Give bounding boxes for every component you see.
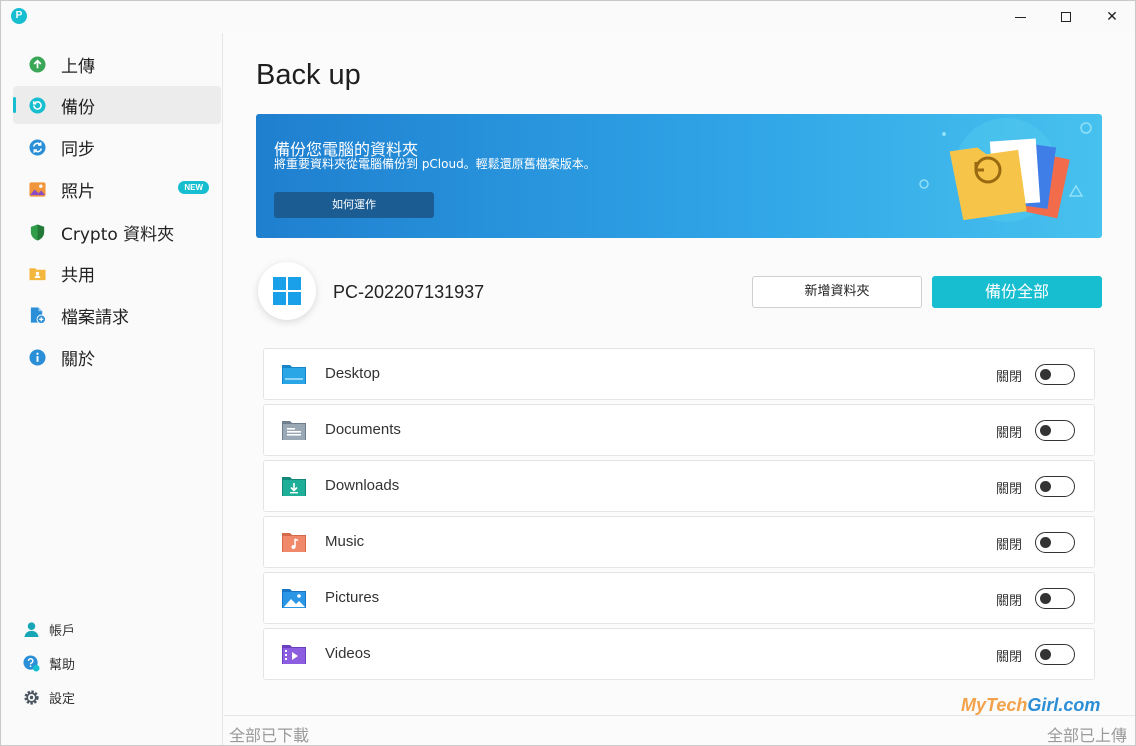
toggle-knob [1040,424,1051,436]
photos-icon [29,181,46,197]
sidebar-item-file-request[interactable]: 檔案請求 [13,296,221,334]
title-bar: P ✕ [1,1,1135,33]
app-window: P ✕ 上傳 備份 同步 照片 NEW Crypto 資料夾 共用 檔案請求 關… [0,0,1136,746]
backup-all-button[interactable]: 備份全部 [932,276,1102,308]
crypto-shield-icon [30,223,45,241]
computer-avatar [258,262,316,320]
music-folder-icon [282,533,306,552]
toggle-knob [1040,648,1051,660]
minimize-icon [1014,16,1026,18]
desktop-folder-icon [282,365,306,384]
info-icon [29,348,46,366]
folder-row-desktop: Desktop 關閉 [263,348,1095,400]
watermark-part-b: Girl.com [1027,695,1101,715]
backup-promo-banner: 備份您電腦的資料夾 將重要資料夾從電腦備份到 pCloud。輕鬆還原舊檔案版本。… [256,114,1102,238]
documents-backup-toggle[interactable] [1035,420,1075,441]
toggle-status: 關閉 [996,426,1023,441]
download-status: 全部已下載 [229,726,310,745]
upload-status: 全部已上傳 [1046,726,1127,745]
sidebar-item-label: 同步 [61,139,95,160]
desktop-backup-toggle[interactable] [1035,364,1075,385]
folder-row-music: Music 關閉 [263,516,1095,568]
main-panel: Back up 備份您電腦的資料夾 將重要資料夾從電腦備份到 pCloud。輕鬆… [224,33,1135,715]
sidebar-item-about[interactable]: 關於 [13,338,221,376]
banner-subtitle: 將重要資料夾從電腦備份到 pCloud。輕鬆還原舊檔案版本。 [274,157,596,171]
sidebar-item-label: 關於 [61,349,95,370]
upload-icon [29,55,46,73]
sidebar-item-label: 上傳 [61,56,95,77]
account-icon [24,621,39,637]
windows-logo-icon [273,277,301,305]
maximize-button[interactable] [1043,1,1089,33]
add-folder-button[interactable]: 新增資料夾 [752,276,922,308]
help-label: 幫助 [49,657,76,673]
sidebar: 上傳 備份 同步 照片 NEW Crypto 資料夾 共用 檔案請求 關於 帳戶… [1,33,223,745]
toggle-knob [1040,592,1051,604]
maximize-icon [1061,12,1071,22]
account-label: 帳戶 [49,623,76,639]
sidebar-item-label: 共用 [61,265,95,286]
folder-row-pictures: Pictures 關閉 [263,572,1095,624]
close-button[interactable]: ✕ [1089,1,1135,33]
sidebar-item-shared[interactable]: 共用 [13,254,221,292]
sidebar-item-label: Crypto 資料夾 [61,224,175,245]
minimize-button[interactable] [997,1,1043,33]
backup-icon [29,96,46,114]
file-request-icon [30,306,46,324]
toggle-knob [1040,536,1051,548]
videos-backup-toggle[interactable] [1035,644,1075,665]
page-title: Back up [256,59,361,91]
sidebar-item-sync[interactable]: 同步 [13,128,221,166]
folder-name: Pictures [325,589,380,606]
folder-row-documents: Documents 關閉 [263,404,1095,456]
new-badge: NEW [178,181,209,194]
settings-label: 設定 [49,691,76,707]
toggle-status: 關閉 [996,538,1023,553]
music-backup-toggle[interactable] [1035,532,1075,553]
folder-name: Documents [325,421,401,438]
toggle-status: 關閉 [996,650,1023,665]
folder-name: Music [325,533,365,550]
folder-name: Desktop [325,365,381,382]
downloads-folder-icon [282,477,306,496]
sync-icon [29,138,46,156]
computer-name: PC-202207131937 [333,282,485,302]
help-icon [23,654,40,672]
pictures-backup-toggle[interactable] [1035,588,1075,609]
folder-name: Videos [325,645,371,662]
status-bar: 全部已下載 MyTechGirl.com 全部已上傳 [224,695,1135,745]
folder-row-downloads: Downloads 關閉 [263,460,1095,512]
toggle-knob [1040,368,1051,380]
how-it-works-button[interactable]: 如何運作 [274,192,434,218]
documents-folder-icon [282,421,306,440]
toggle-status: 關閉 [996,370,1023,385]
folder-name: Downloads [325,477,400,494]
account-link[interactable]: 帳戶 [23,618,75,640]
watermark-part-a: MyTech [961,695,1028,715]
sidebar-item-label: 備份 [61,97,95,118]
sidebar-item-label: 檔案請求 [61,307,129,328]
toggle-knob [1040,480,1051,492]
watermark: MyTechGirl.com [961,695,1100,716]
toggle-status: 關閉 [996,482,1023,497]
folder-row-videos: Videos 關閉 [263,628,1095,680]
sidebar-item-photos[interactable]: 照片 NEW [13,170,221,208]
pcloud-logo-icon: P [11,8,27,24]
sidebar-item-crypto[interactable]: Crypto 資料夾 [13,213,221,251]
sidebar-item-backup[interactable]: 備份 [13,86,221,124]
downloads-backup-toggle[interactable] [1035,476,1075,497]
settings-icon [24,689,39,705]
videos-folder-icon [282,645,306,664]
sidebar-item-label: 照片 [61,181,95,202]
settings-link[interactable]: 設定 [23,686,75,708]
shared-folder-icon [29,267,46,280]
sidebar-item-upload[interactable]: 上傳 [13,45,221,83]
help-link[interactable]: 幫助 [23,652,75,674]
toggle-status: 關閉 [996,594,1023,609]
pictures-folder-icon [282,589,306,608]
backup-illustration [919,118,1092,222]
